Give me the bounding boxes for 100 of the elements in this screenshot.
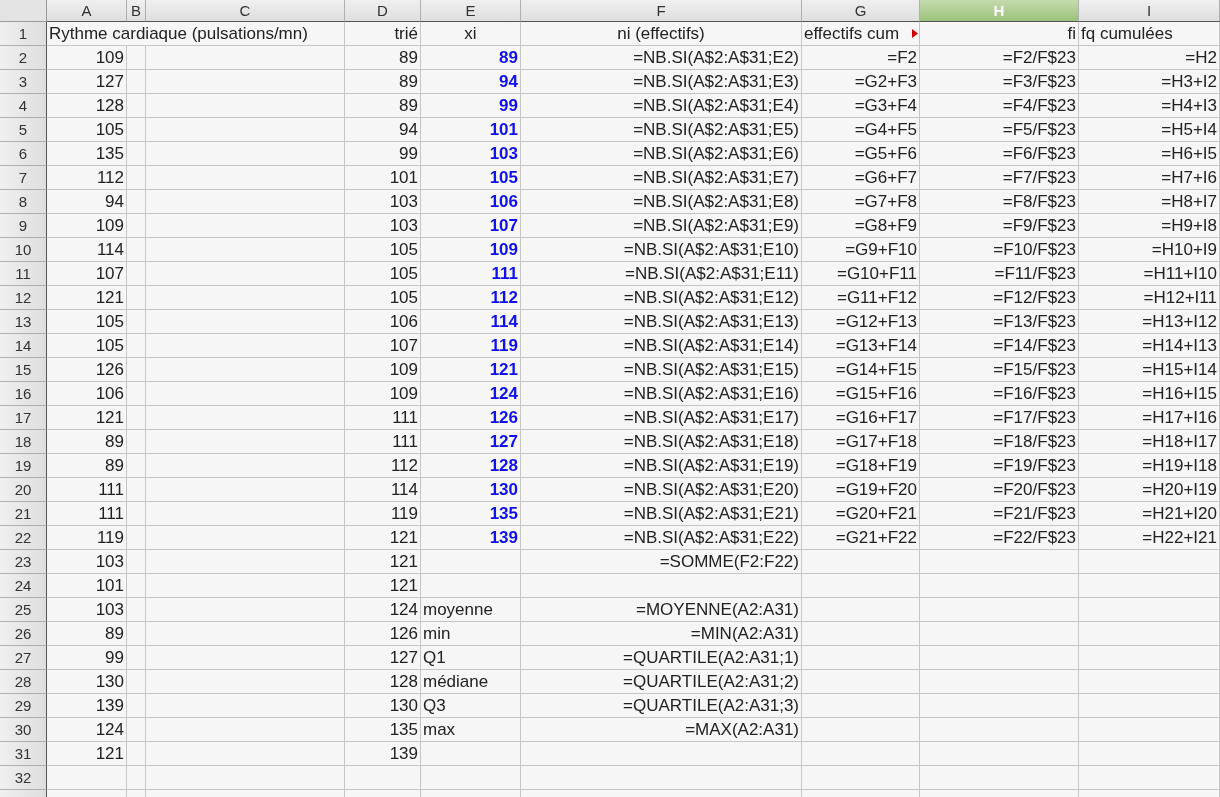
row-header[interactable]: 5 [0, 118, 47, 142]
table-cell: 119 [421, 334, 521, 358]
row-header[interactable]: 21 [0, 502, 47, 526]
row-header[interactable]: 10 [0, 238, 47, 262]
table-cell: 139 [345, 742, 421, 766]
row-header[interactable]: 14 [0, 334, 47, 358]
table-cell: moyenne [421, 598, 521, 622]
row-header[interactable]: 15 [0, 358, 47, 382]
row-header[interactable]: 29 [0, 694, 47, 718]
table-cell: =G13+F14 [802, 334, 920, 358]
column-header[interactable]: B [127, 0, 146, 22]
table-cell: 106 [47, 382, 127, 406]
table-cell: 94 [421, 70, 521, 94]
table-cell: 103 [47, 550, 127, 574]
table-cell: =NB.SI(A$2:A$31;E4) [521, 94, 802, 118]
row-header[interactable]: 2 [0, 46, 47, 70]
table-cell: =H15+I14 [1079, 358, 1220, 382]
row-header[interactable]: 25 [0, 598, 47, 622]
table-cell: =NB.SI(A$2:A$31;E21) [521, 502, 802, 526]
row-header[interactable]: 24 [0, 574, 47, 598]
table-cell: 99 [421, 94, 521, 118]
table-cell: =H21+I20 [1079, 502, 1220, 526]
table-cell: =F10/F$23 [920, 238, 1079, 262]
table-cell: =G14+F15 [802, 358, 920, 382]
table-cell: =H10+I9 [1079, 238, 1220, 262]
row-header[interactable]: 7 [0, 166, 47, 190]
column-header[interactable]: G [802, 0, 920, 22]
column-header[interactable]: D [345, 0, 421, 22]
table-cell: =G2+F3 [802, 70, 920, 94]
table-cell: 135 [47, 142, 127, 166]
row-header[interactable]: 30 [0, 718, 47, 742]
table-cell: 109 [47, 46, 127, 70]
table-cell: médiane [421, 670, 521, 694]
row-header[interactable]: 20 [0, 478, 47, 502]
table-cell: =NB.SI(A$2:A$31;E18) [521, 430, 802, 454]
table-cell: 127 [345, 646, 421, 670]
row-header[interactable]: 6 [0, 142, 47, 166]
row-header[interactable]: 19 [0, 454, 47, 478]
table-cell: xi [421, 22, 521, 46]
column-header[interactable]: I [1079, 0, 1220, 22]
select-all-corner[interactable] [0, 0, 47, 22]
table-cell: 109 [421, 238, 521, 262]
table-cell: 119 [47, 526, 127, 550]
row-header[interactable]: 32 [0, 766, 47, 790]
column-header[interactable]: A [47, 0, 127, 22]
table-cell: 94 [47, 190, 127, 214]
table-cell: 105 [47, 334, 127, 358]
table-cell: =H20+I19 [1079, 478, 1220, 502]
row-header[interactable]: 8 [0, 190, 47, 214]
row-header[interactable]: 3 [0, 70, 47, 94]
row-header[interactable]: 27 [0, 646, 47, 670]
row-header[interactable]: 12 [0, 286, 47, 310]
column-header[interactable]: F [521, 0, 802, 22]
table-cell: =F2 [802, 46, 920, 70]
table-cell: =G15+F16 [802, 382, 920, 406]
row-header[interactable]: 23 [0, 550, 47, 574]
table-cell: Rythme cardiaque (pulsations/mn) [47, 22, 345, 46]
row-header[interactable]: 31 [0, 742, 47, 766]
table-cell: =NB.SI(A$2:A$31;E7) [521, 166, 802, 190]
row-header[interactable]: 28 [0, 670, 47, 694]
column-header[interactable]: C [146, 0, 345, 22]
table-cell: 126 [345, 622, 421, 646]
table-cell: =F19/F$23 [920, 454, 1079, 478]
table-cell: =F6/F$23 [920, 142, 1079, 166]
table-cell: 124 [421, 382, 521, 406]
table-cell: =F20/F$23 [920, 478, 1079, 502]
row-header[interactable]: 17 [0, 406, 47, 430]
row-header[interactable]: 18 [0, 430, 47, 454]
table-cell: 105 [345, 238, 421, 262]
table-cell: =F13/F$23 [920, 310, 1079, 334]
row-header[interactable]: 11 [0, 262, 47, 286]
table-cell: =F16/F$23 [920, 382, 1079, 406]
table-cell: =NB.SI(A$2:A$31;E16) [521, 382, 802, 406]
table-cell: fi [920, 22, 1079, 46]
row-header[interactable]: 4 [0, 94, 47, 118]
row-header[interactable]: 22 [0, 526, 47, 550]
table-cell: =G3+F4 [802, 94, 920, 118]
table-cell: 130 [345, 694, 421, 718]
row-header[interactable]: 26 [0, 622, 47, 646]
row-header[interactable]: 16 [0, 382, 47, 406]
table-cell: =H5+I4 [1079, 118, 1220, 142]
table-cell: 105 [47, 118, 127, 142]
table-cell: =NB.SI(A$2:A$31;E3) [521, 70, 802, 94]
table-cell: 139 [47, 694, 127, 718]
table-cell: 94 [345, 118, 421, 142]
row-header[interactable]: 9 [0, 214, 47, 238]
column-header[interactable]: E [421, 0, 521, 22]
table-cell: 105 [345, 286, 421, 310]
table-cell: trié [345, 22, 421, 46]
table-cell: =H17+I16 [1079, 406, 1220, 430]
table-cell: 127 [421, 430, 521, 454]
row-header[interactable]: 13 [0, 310, 47, 334]
table-cell: 103 [47, 598, 127, 622]
table-cell: =NB.SI(A$2:A$31;E9) [521, 214, 802, 238]
table-cell: =MOYENNE(A2:A31) [521, 598, 802, 622]
row-header[interactable]: 1 [0, 22, 47, 46]
table-cell: =H19+I18 [1079, 454, 1220, 478]
table-cell: 111 [47, 478, 127, 502]
table-cell: 114 [345, 478, 421, 502]
table-cell: =QUARTILE(A2:A31;3) [521, 694, 802, 718]
